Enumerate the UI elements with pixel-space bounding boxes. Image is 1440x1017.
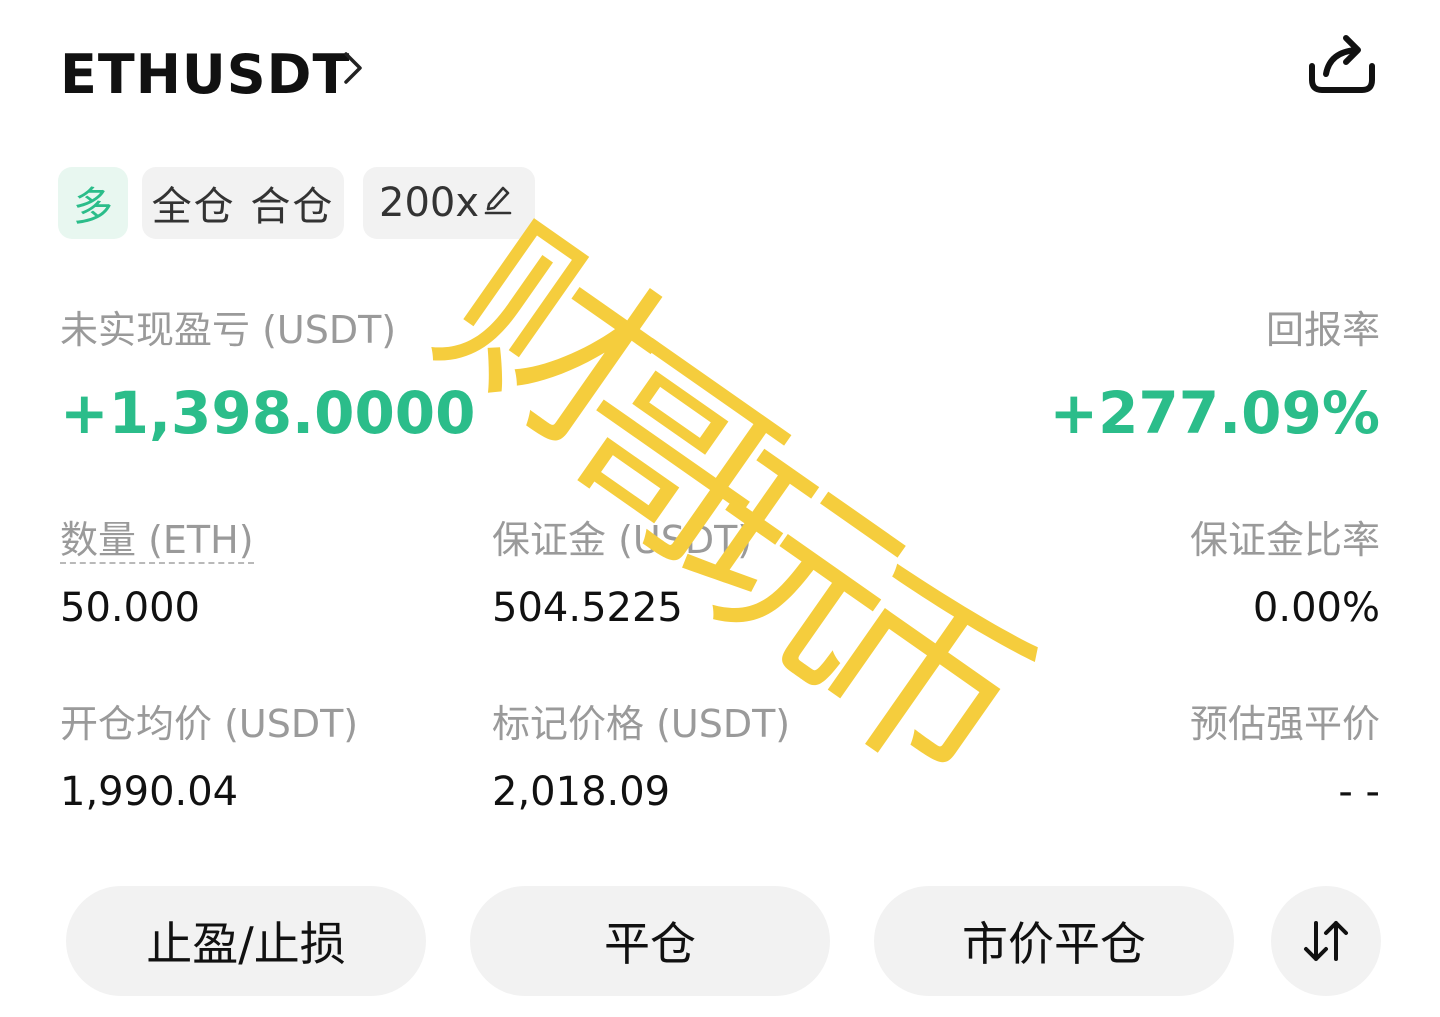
watermark-char: 币 xyxy=(771,526,1070,833)
mark-price-label: 标记价格 (USDT) xyxy=(492,702,791,746)
liq-price-label: 预估强平价 xyxy=(1189,702,1380,746)
quantity-label[interactable]: 数量 (ETH) xyxy=(60,516,254,564)
swap-arrows-icon[interactable] xyxy=(1271,886,1381,996)
margin-value: 504.5225 xyxy=(492,585,683,631)
margin-ratio-label: 保证金比率 xyxy=(1189,518,1380,562)
position-side-badge: 多 xyxy=(58,167,128,239)
watermark-char: 玩 xyxy=(641,416,940,723)
symbol-title[interactable]: ETHUSDT xyxy=(60,40,350,110)
leverage-value: 200x xyxy=(379,180,480,226)
watermark-text: 财 哥 玩 币 xyxy=(402,187,1069,833)
entry-price-label: 开仓均价 (USDT) xyxy=(60,702,359,746)
quantity-label-text: 数量 (ETH) xyxy=(60,518,254,564)
share-icon[interactable] xyxy=(1300,30,1380,100)
roe-label: 回报率 xyxy=(1265,308,1380,352)
market-close-button[interactable]: 市价平仓 xyxy=(874,886,1234,996)
close-position-button[interactable]: 平仓 xyxy=(470,886,830,996)
entry-price-value: 1,990.04 xyxy=(60,769,239,815)
tp-sl-button[interactable]: 止盈/止损 xyxy=(66,886,426,996)
chevron-right-icon[interactable] xyxy=(338,48,368,88)
margin-mode-badge: 全仓 合仓 xyxy=(142,167,344,239)
leverage-button[interactable]: 200x xyxy=(363,167,535,239)
margin-label: 保证金 (USDT) xyxy=(492,518,753,562)
unrealized-pnl-value: +1,398.0000 xyxy=(60,379,476,447)
quantity-value: 50.000 xyxy=(60,585,200,631)
liq-price-value: - - xyxy=(1338,769,1380,815)
mark-price-value: 2,018.09 xyxy=(492,769,671,815)
pencil-icon xyxy=(479,180,513,226)
unrealized-pnl-label: 未实现盈亏 (USDT) xyxy=(60,308,397,352)
margin-ratio-value: 0.00% xyxy=(1252,585,1380,631)
roe-value: +277.09% xyxy=(1049,379,1380,447)
